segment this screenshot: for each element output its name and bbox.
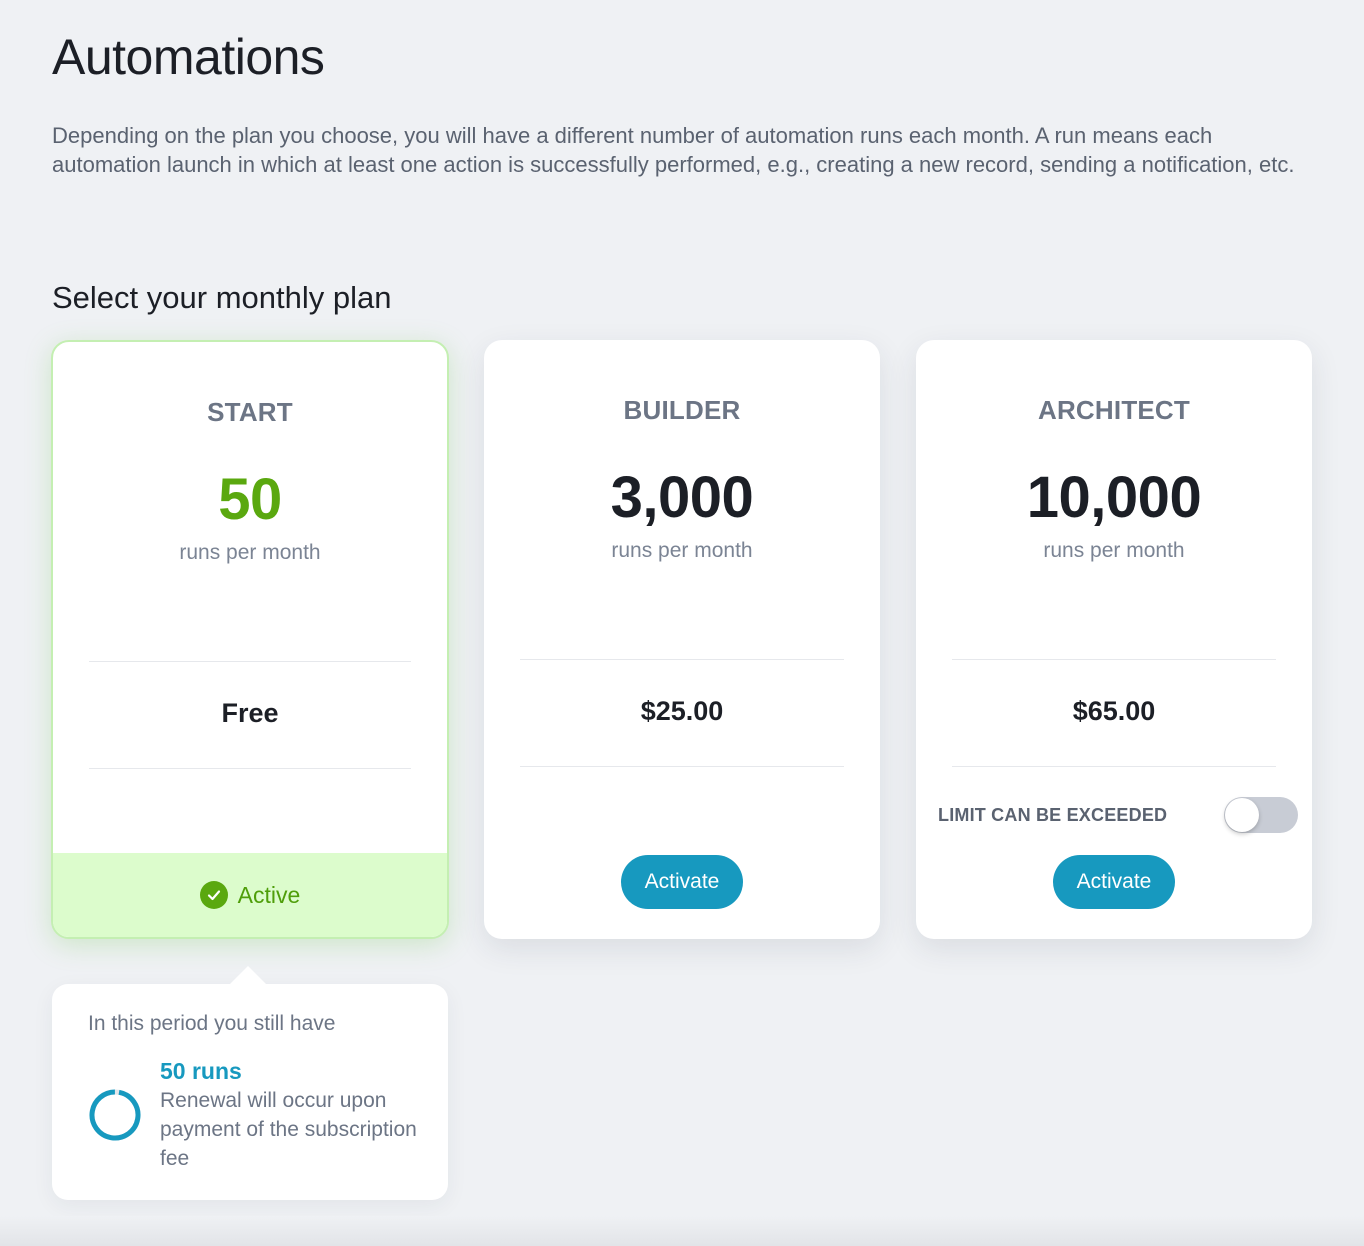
plan-name: START	[207, 397, 293, 427]
plan-runs: 10,000	[1026, 465, 1202, 530]
divider	[520, 766, 844, 767]
active-status-label: Active	[237, 881, 301, 908]
remaining-runs: 50 runs	[160, 1058, 242, 1084]
progress-ring-icon	[89, 1089, 141, 1141]
toggle-knob	[1225, 798, 1259, 832]
plan-price: Free	[221, 698, 279, 728]
page-description: Depending on the plan you choose, you wi…	[52, 123, 1295, 177]
automations-page: Automations Depending on the plan you ch…	[0, 0, 1364, 1246]
activate-architect-button[interactable]: Activate	[1053, 855, 1175, 909]
divider	[89, 768, 411, 769]
limit-exceed-toggle[interactable]	[1224, 797, 1298, 833]
activate-builder-button[interactable]: Activate	[621, 855, 743, 909]
usage-popover: In this period you still have 50 runs Re…	[52, 966, 448, 1200]
plan-price: $25.00	[640, 696, 724, 726]
popover-arrow	[230, 966, 266, 984]
usage-heading: In this period you still have	[88, 1012, 336, 1035]
section-title: Select your monthly plan	[52, 280, 392, 315]
plan-card-start: START 50 runs per month Free Active	[51, 340, 449, 939]
plan-runs-label: runs per month	[1043, 539, 1185, 562]
divider	[952, 766, 1276, 767]
plan-runs-label: runs per month	[179, 541, 321, 564]
divider	[952, 659, 1276, 660]
plan-price: $65.00	[1072, 696, 1156, 726]
plan-card-builder: BUILDER 3,000 runs per month $25.00 Acti…	[484, 340, 880, 939]
divider	[520, 659, 844, 660]
limit-exceed-row: LIMIT CAN BE EXCEEDED	[938, 796, 1298, 834]
check-circle-icon	[199, 881, 228, 909]
bottom-edge	[0, 1216, 1364, 1246]
renewal-note: Renewal will occur upon payment of the s…	[160, 1089, 417, 1170]
page-title: Automations	[52, 29, 325, 85]
active-status-bar: Active	[53, 853, 447, 937]
plan-runs: 50	[218, 467, 282, 532]
plan-name: ARCHITECT	[1037, 395, 1190, 425]
limit-exceed-label: LIMIT CAN BE EXCEEDED	[938, 804, 1168, 825]
plan-runs-label: runs per month	[611, 539, 753, 562]
plan-runs: 3,000	[610, 465, 754, 530]
plan-card-architect: ARCHITECT 10,000 runs per month $65.00 L…	[916, 340, 1312, 939]
divider	[89, 661, 411, 662]
plan-name: BUILDER	[623, 395, 741, 425]
